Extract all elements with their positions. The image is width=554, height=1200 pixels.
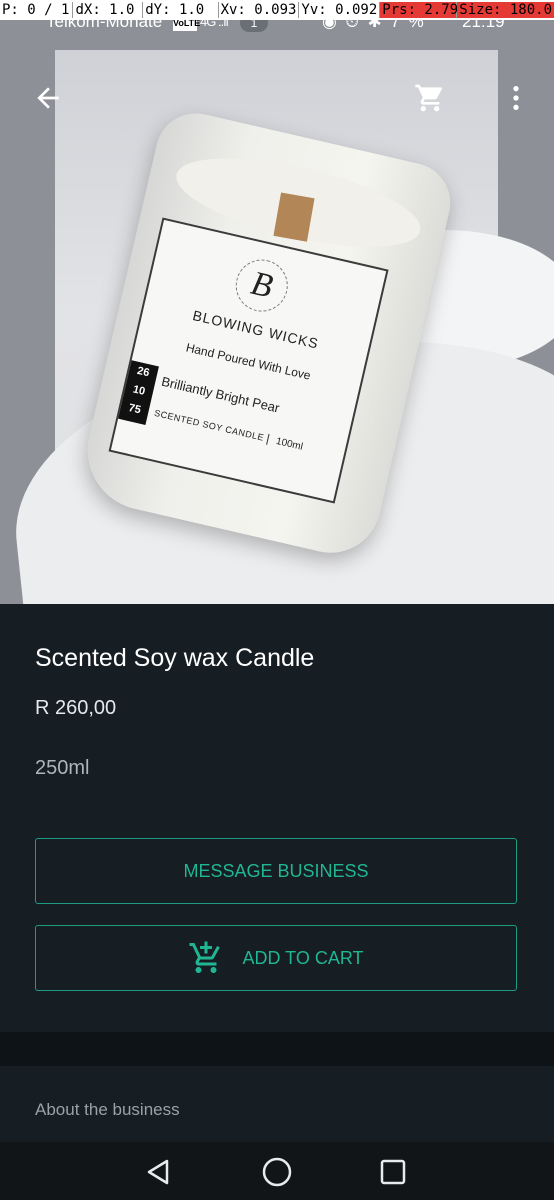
product-description: 250ml (35, 757, 90, 779)
shopping-cart-icon (415, 84, 443, 112)
debug-dx: dX: 1.0 (73, 2, 144, 18)
message-business-button[interactable]: MESSAGE BUSINESS (35, 838, 517, 904)
label-type: SCENTED SOY CANDLE (153, 407, 266, 443)
nav-home-button[interactable] (261, 1156, 293, 1188)
candle-label: B BLOWING WICKS Hand Poured With Love 26… (108, 217, 389, 504)
label-scent: Brilliantly Bright Pear (160, 373, 281, 416)
section-divider (0, 1032, 554, 1066)
top-app-bar (0, 60, 554, 134)
nav-back-button[interactable] (142, 1156, 174, 1188)
pointer-debug-overlay: P: 0 / 1 dX: 1.0 dY: 1.0 Xv: 0.093 Yv: 0… (0, 0, 554, 20)
status-bar: Telkom-Monate VoLTE 4G ..ıl 1 ◉ ⏲ ✱ 7 % … (0, 12, 554, 42)
brand-logo: B (230, 254, 293, 317)
add-to-cart-button[interactable]: ADD TO CART (35, 925, 517, 991)
back-button[interactable] (30, 80, 66, 116)
product-title: Scented Soy wax Candle (35, 644, 315, 672)
add-to-cart-label: ADD TO CART (242, 947, 364, 968)
debug-pressure: Prs: 2.79 (380, 2, 459, 18)
about-business-section[interactable]: About the business (0, 1066, 554, 1142)
debug-xv: Xv: 0.093 (219, 2, 300, 18)
more-vertical-icon (513, 86, 519, 110)
product-price: R 260,00 (35, 697, 117, 719)
debug-dy: dY: 1.0 (143, 2, 219, 18)
arrow-back-icon (37, 87, 59, 109)
add-shopping-cart-icon (188, 940, 224, 976)
message-business-label: MESSAGE BUSINESS (183, 860, 369, 881)
triangle-back-icon (147, 1159, 169, 1185)
debug-size: Size: 180.0 (457, 2, 554, 18)
debug-yv: Yv: 0.092 (299, 2, 381, 18)
about-business-label: About the business (35, 1100, 180, 1119)
debug-pointer: P: 0 / 1 (0, 2, 74, 18)
system-nav-bar (0, 1142, 554, 1200)
nav-recents-button[interactable] (377, 1156, 409, 1188)
cart-button[interactable] (412, 80, 448, 116)
square-recents-icon (380, 1159, 406, 1185)
circle-home-icon (262, 1157, 292, 1187)
more-options-button[interactable] (498, 80, 534, 116)
product-details: Scented Soy wax Candle R 260,00 250ml ME… (0, 604, 554, 1032)
label-size: 100ml (266, 433, 304, 453)
